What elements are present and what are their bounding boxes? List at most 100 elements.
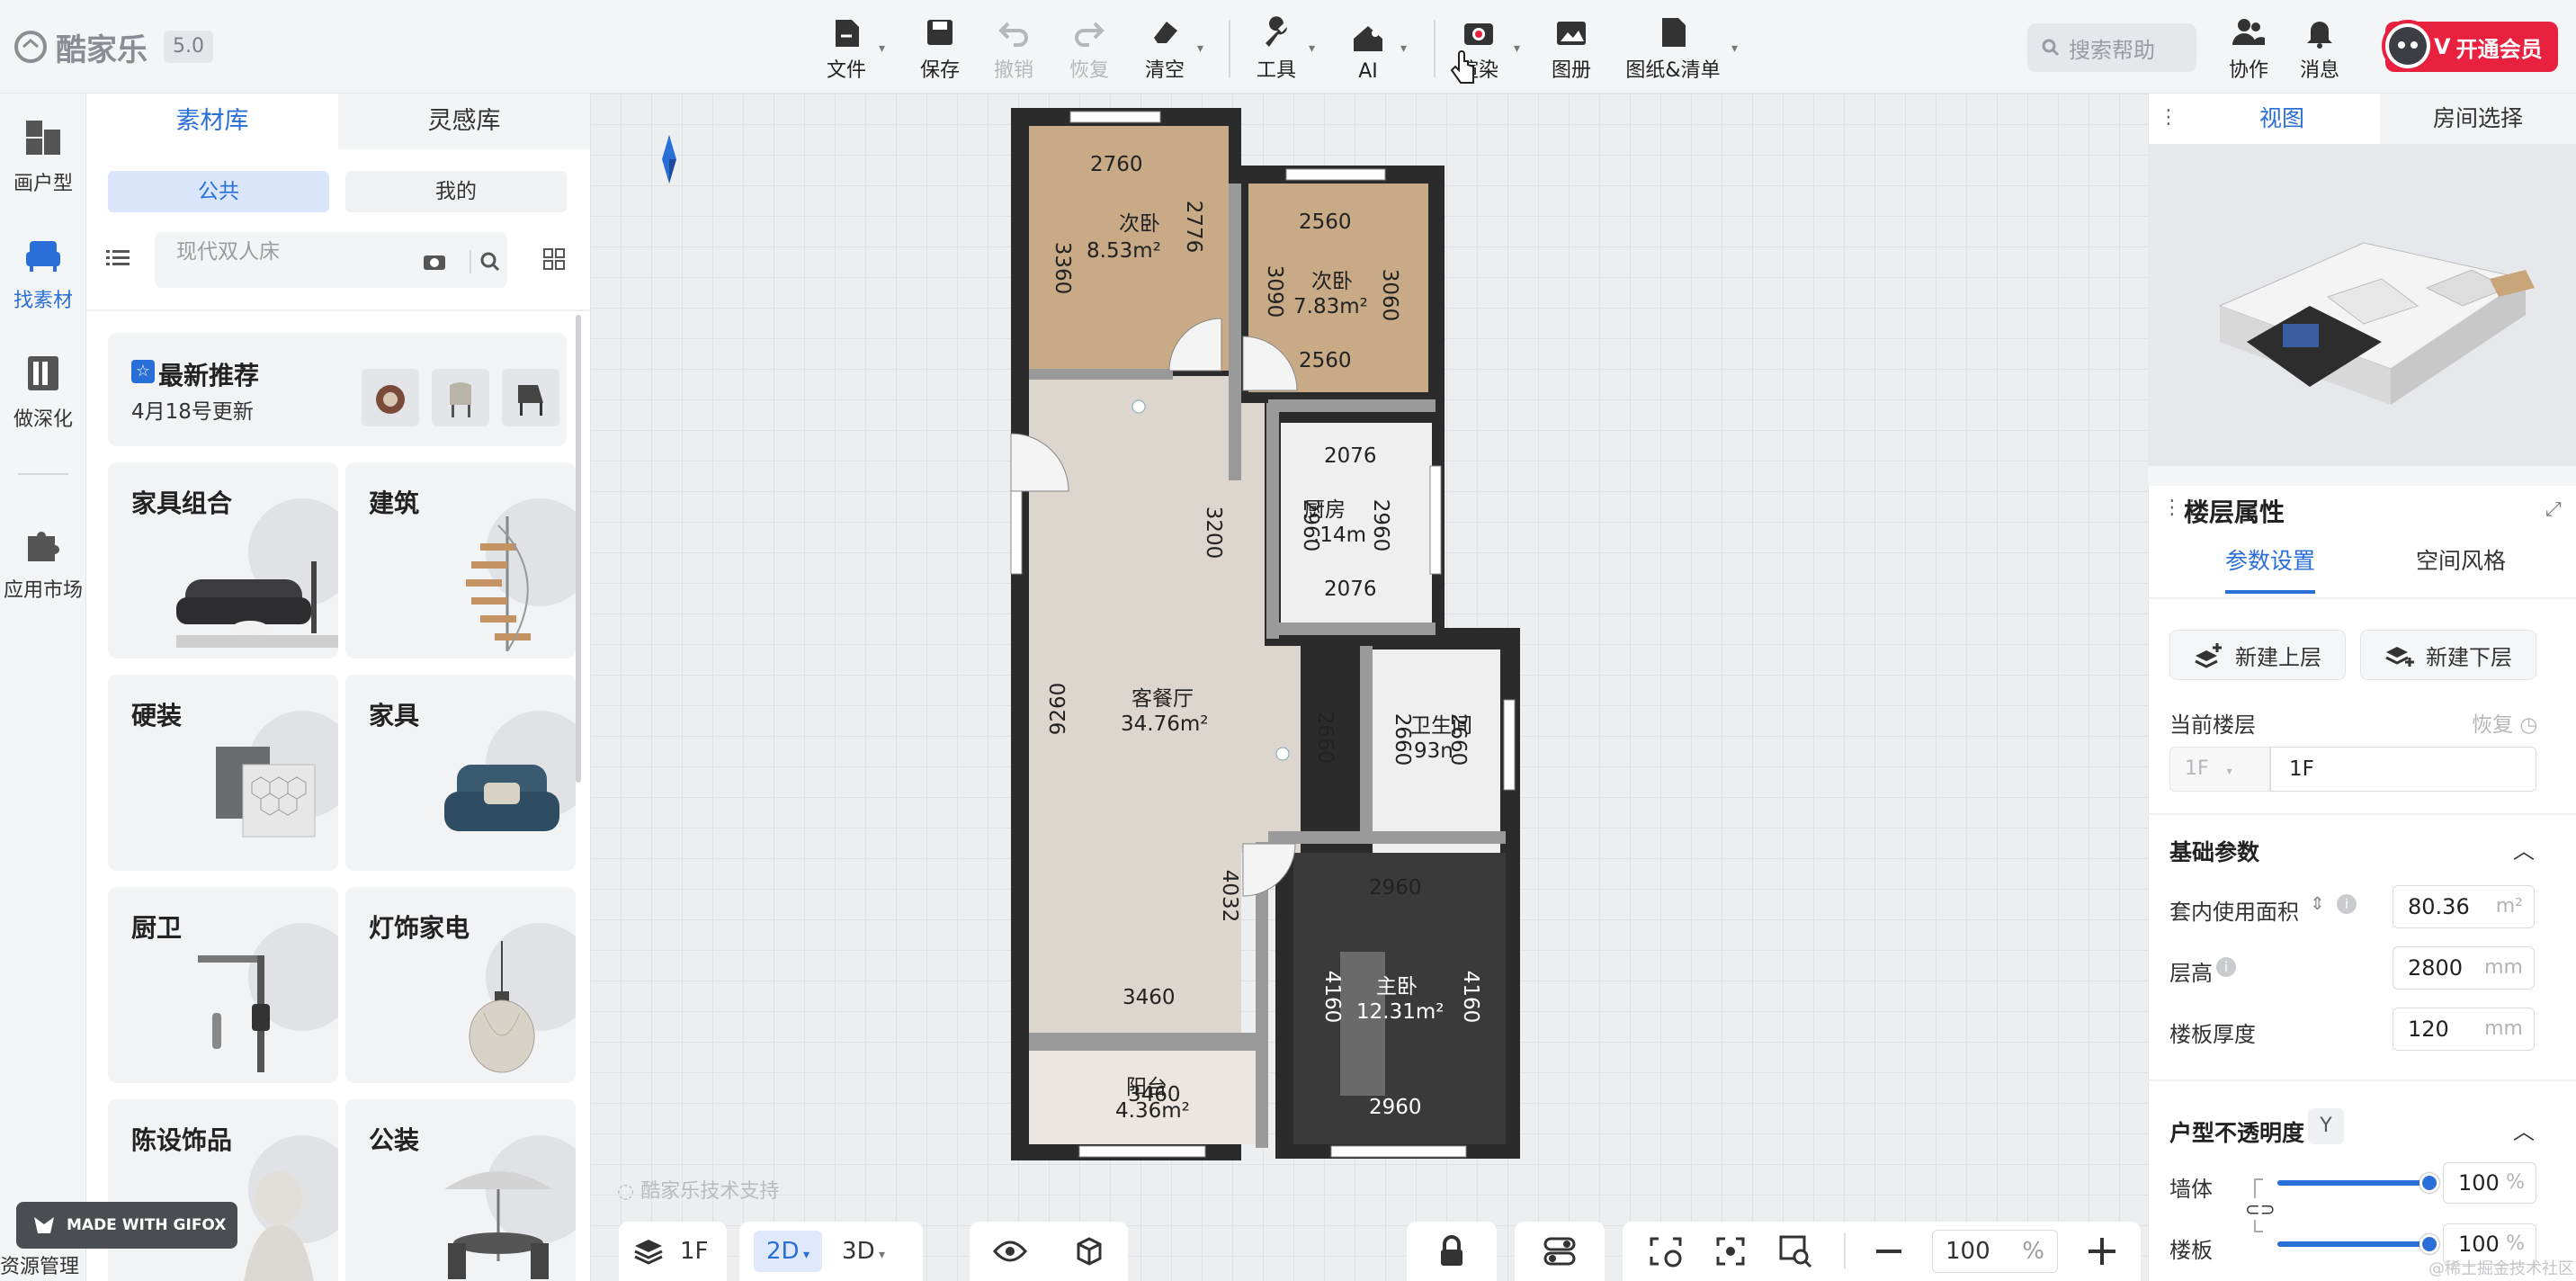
- category-card-lighting[interactable]: 灯饰家电: [345, 887, 576, 1083]
- category-card-decorations[interactable]: 陈设饰品: [108, 1099, 338, 1281]
- sort-icon[interactable]: ⇕: [2310, 892, 2325, 914]
- floor-opacity-slider[interactable]: [2277, 1241, 2427, 1247]
- hand-cursor-icon: [1450, 50, 1474, 84]
- lock-button[interactable]: [1407, 1222, 1497, 1281]
- wall-opacity-knob[interactable]: [2419, 1173, 2439, 1193]
- room-area: 12.31m²: [1356, 1000, 1444, 1024]
- info-icon[interactable]: i: [2216, 957, 2236, 977]
- user-avatar[interactable]: [2382, 20, 2434, 72]
- height-input[interactable]: 2800 mm: [2393, 946, 2535, 990]
- floor-opacity-knob[interactable]: [2419, 1234, 2439, 1254]
- unit-label: mm: [2484, 956, 2523, 979]
- anchor-point: [1275, 747, 1290, 761]
- tab-params[interactable]: 参数设置: [2225, 543, 2316, 594]
- redo-button[interactable]: 恢复: [1067, 13, 1112, 83]
- rail-item-floorplan[interactable]: 画户型: [0, 117, 86, 196]
- new-lower-floor-button[interactable]: 新建下层: [2360, 630, 2536, 680]
- app-logo[interactable]: 酷家乐: [13, 23, 148, 70]
- zoom-input[interactable]: 100%: [1932, 1230, 2058, 1273]
- asset-tabs: 素材库 灵感库: [86, 94, 590, 149]
- toggle-settings-button[interactable]: [1515, 1222, 1605, 1281]
- eye-icon[interactable]: [992, 1240, 1027, 1263]
- view-settings-icon[interactable]: [1648, 1235, 1684, 1268]
- rail-item-deepen[interactable]: 做深化: [0, 353, 86, 432]
- opacity-toggle-button[interactable]: Y: [2308, 1108, 2344, 1144]
- dim-label: 4160: [1320, 971, 1344, 1024]
- tab-material-library[interactable]: 素材库: [86, 94, 338, 149]
- search-help-input[interactable]: 搜索帮助: [2027, 23, 2196, 72]
- search-divider: [470, 250, 471, 273]
- messages-button[interactable]: 消息: [2297, 13, 2342, 83]
- save-label: 保存: [919, 59, 960, 82]
- ai-house-icon: [1354, 26, 1382, 51]
- category-card-furniture[interactable]: 家具: [345, 675, 576, 871]
- category-card-architecture[interactable]: 建筑: [345, 462, 576, 658]
- clear-button[interactable]: 清空 ▾: [1142, 13, 1203, 83]
- tools-menu-button[interactable]: 工具 ▾: [1254, 13, 1315, 83]
- restore-button[interactable]: 恢复 ◷: [2472, 707, 2537, 738]
- category-label: 家具组合: [131, 488, 233, 518]
- cube-icon[interactable]: [1073, 1235, 1105, 1268]
- scope-public-button[interactable]: 公共: [108, 171, 329, 212]
- inner-area-input[interactable]: 80.36 m²: [2393, 885, 2535, 928]
- scope-mine-button[interactable]: 我的: [345, 171, 567, 212]
- mode-2d-button[interactable]: 2D ▾: [754, 1231, 823, 1272]
- logo-text: 酷家乐: [56, 31, 148, 68]
- category-card-furniture-set[interactable]: 家具组合: [108, 462, 338, 658]
- tab-inspiration-library[interactable]: 灵感库: [338, 94, 590, 149]
- category-card-kitchen-bath[interactable]: 厨卫: [108, 887, 338, 1083]
- rail-item-app-market[interactable]: 应用市场: [0, 524, 86, 603]
- compass-icon[interactable]: [660, 135, 678, 184]
- save-button[interactable]: 保存: [917, 13, 962, 83]
- floor-switcher[interactable]: 1F: [619, 1222, 727, 1281]
- mode-3d-button[interactable]: 3D ▾: [842, 1238, 885, 1265]
- album-button[interactable]: 图册: [1549, 13, 1594, 83]
- 3d-preview[interactable]: [2148, 144, 2576, 466]
- drawings-menu-button[interactable]: 图纸&清单 ▾: [1624, 13, 1738, 83]
- search-icon[interactable]: [480, 252, 500, 272]
- zoom-in-icon[interactable]: [2089, 1238, 2115, 1265]
- floor-plan[interactable]: 2760 3360 2776 2560 3090 3060 2560 2076 …: [1007, 106, 1522, 1168]
- category-card-commercial[interactable]: 公装: [345, 1099, 576, 1281]
- asset-scrollbar[interactable]: [576, 315, 581, 783]
- zoom-region-icon[interactable]: [1777, 1233, 1813, 1269]
- sofa-set-image: [176, 561, 338, 648]
- tab-space-style[interactable]: 空间风格: [2416, 543, 2506, 594]
- collab-button[interactable]: 协作: [2223, 13, 2274, 83]
- info-icon[interactable]: i: [2337, 894, 2357, 914]
- shower-image: [198, 955, 270, 1072]
- tab-room-select[interactable]: 房间选择: [2380, 94, 2576, 144]
- collapse-icon[interactable]: ︿: [2513, 1114, 2535, 1145]
- new-upper-floor-button[interactable]: 新建上层: [2169, 630, 2346, 680]
- floor-name-input[interactable]: 1F: [2270, 747, 2536, 792]
- fox-icon: [34, 1217, 54, 1233]
- rail-label: 画户型: [13, 173, 73, 195]
- slab-input[interactable]: 120 mm: [2393, 1008, 2535, 1051]
- list-view-icon[interactable]: [106, 248, 130, 268]
- zoom-out-icon[interactable]: [1876, 1249, 1901, 1254]
- asset-search-input[interactable]: 现代双人床: [155, 232, 507, 288]
- link-icon[interactable]: ⊂⊃: [2245, 1198, 2276, 1220]
- category-card-hard-decor[interactable]: 硬装: [108, 675, 338, 871]
- camera-search-icon[interactable]: [423, 252, 446, 272]
- rail-item-assets[interactable]: 找素材: [0, 234, 86, 313]
- undo-button[interactable]: 撤销: [991, 13, 1036, 83]
- collapse-icon[interactable]: ︿: [2513, 833, 2535, 864]
- grid-view-icon[interactable]: [543, 248, 565, 270]
- room-name: 卫生间: [1410, 714, 1472, 738]
- sofa-icon: [26, 241, 60, 272]
- file-menu-button[interactable]: 文件 ▾: [824, 13, 885, 83]
- rail-label: 应用市场: [3, 579, 83, 602]
- ai-menu-button[interactable]: AI ▾: [1346, 13, 1407, 83]
- expand-icon[interactable]: ⤢: [2545, 498, 2562, 521]
- wall-opacity-input[interactable]: 100%: [2443, 1162, 2536, 1204]
- latest-recommend-card[interactable]: ☆ 最新推荐 4月18号更新: [108, 333, 567, 446]
- fit-screen-icon[interactable]: [1714, 1235, 1747, 1268]
- toolbar-divider: [1434, 20, 1436, 77]
- floor-select[interactable]: 1F ▾: [2169, 747, 2270, 792]
- wall-opacity-slider[interactable]: [2277, 1180, 2427, 1186]
- mode-3d-label: 3D: [842, 1238, 875, 1265]
- category-label: 公装: [369, 1125, 420, 1155]
- tab-view[interactable]: 视图: [2184, 94, 2380, 144]
- resource-manager-button[interactable]: 资源管理: [0, 1250, 79, 1279]
